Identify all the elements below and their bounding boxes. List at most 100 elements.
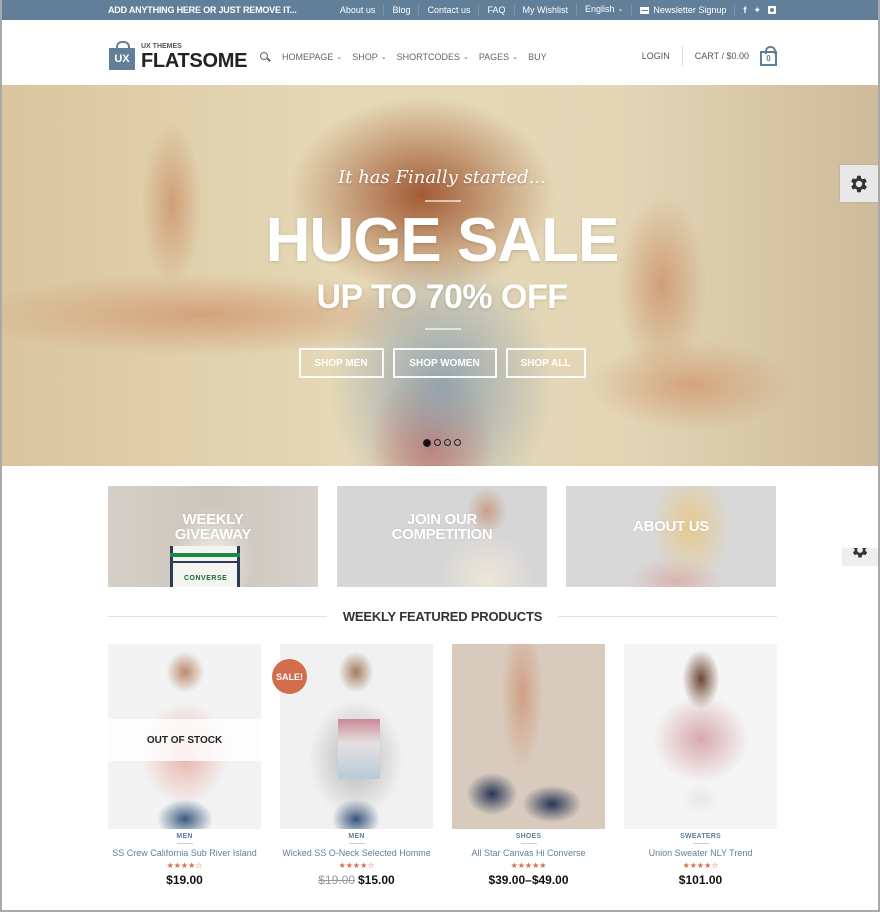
logo-bag-icon: UX (109, 41, 135, 70)
product-rating: ★★★★☆ (280, 861, 433, 871)
chevron-down-icon: ⌄ (462, 54, 469, 61)
product-price: $101.00 (624, 873, 777, 887)
current-price: $101.00 (678, 873, 723, 887)
nav-pages-label: PAGES (478, 52, 510, 62)
hero-divider-top (425, 200, 461, 202)
chevron-down-icon: ⌄ (336, 54, 343, 61)
nav-pages[interactable]: PAGES ⌄ (479, 52, 518, 62)
top-link-faq[interactable]: FAQ (478, 4, 513, 16)
divider (558, 615, 777, 617)
login-link[interactable]: LOGIN (642, 46, 683, 66)
top-bar: ADD ANYTHING HERE OR JUST REMOVE IT... A… (2, 0, 878, 20)
top-bar-promo: ADD ANYTHING HERE OR JUST REMOVE IT... (108, 5, 297, 15)
product-category[interactable]: MEN (280, 833, 433, 840)
star-filled-icon: ★ (517, 861, 525, 870)
product-card: SWEATERS Union Sweater NLY Trend ★★★★☆ $… (624, 644, 777, 887)
language-dropdown[interactable]: English ⌄ (576, 4, 631, 16)
current-price: $15.00 (358, 873, 395, 887)
chevron-down-icon: ⌄ (617, 6, 624, 13)
banner-label-line2: COMPETITION (391, 525, 493, 543)
top-link-contact[interactable]: Contact us (418, 4, 478, 16)
product-image[interactable] (452, 644, 605, 829)
cart-count: 0 (766, 53, 771, 63)
newsletter-label: Newsletter Signup (653, 4, 727, 15)
product-name[interactable]: Wicked SS O-Neck Selected Homme (280, 848, 433, 858)
divider (176, 843, 193, 844)
header: UX UX THEMES FLATSOME HOMEPAGE ⌄ SHOP ⌄ SH… (2, 20, 878, 85)
product-category[interactable]: SHOES (452, 833, 605, 840)
top-bar-links: About us Blog Contact us FAQ My Wishlist… (332, 0, 776, 20)
tshirt-print (338, 719, 380, 779)
search-icon[interactable] (260, 52, 270, 62)
newsletter-link[interactable]: Newsletter Signup (631, 4, 734, 16)
star-filled-icon: ★ (510, 861, 518, 870)
shop-women-button[interactable]: SHOP WOMEN (392, 348, 497, 378)
featured-title: WEEKLY FEATURED PRODUCTS (342, 608, 543, 624)
shop-men-button[interactable]: SHOP MEN (298, 348, 384, 378)
envelope-icon (640, 6, 650, 14)
banner-bag-print: CONVERSE (184, 575, 228, 582)
slider-dot-4[interactable] (454, 439, 461, 446)
product-image[interactable] (624, 644, 777, 829)
cart-link[interactable]: CART / $0.00 (683, 51, 749, 61)
nav-buy[interactable]: BUY (528, 52, 547, 62)
hero-title: HUGE SALE (265, 206, 620, 275)
product-grid: OUT OF STOCK MEN SS Crew California Sub … (108, 644, 777, 887)
settings-panel-toggle-secondary[interactable] (842, 548, 878, 566)
product-price: $19.00 $15.00 (280, 873, 433, 887)
star-filled-icon: ★ (524, 861, 533, 870)
product-price: $39.00–$49.00 (452, 873, 605, 887)
top-link-blog[interactable]: Blog (383, 4, 418, 16)
star-empty-icon: ☆ (367, 861, 375, 870)
instagram-icon[interactable] (768, 5, 776, 14)
divider (692, 843, 709, 844)
slider-dot-3[interactable] (444, 439, 451, 446)
nav-shop[interactable]: SHOP ⌄ (352, 52, 386, 62)
banner-label: ABOUT US (633, 519, 709, 534)
slider-dots (423, 439, 461, 447)
product-category[interactable]: SWEATERS (624, 833, 777, 840)
current-price: $19.00 (166, 873, 203, 887)
star-empty-icon: ☆ (711, 861, 719, 870)
shop-all-button[interactable]: SHOP ALL (505, 348, 586, 378)
nav-homepage[interactable]: HOMEPAGE ⌄ (282, 52, 342, 62)
product-name[interactable]: All Star Canvas Hi Converse (452, 848, 605, 858)
star-empty-icon: ☆ (195, 861, 203, 870)
twitter-icon[interactable]: ✦ (753, 5, 761, 16)
banner-weekly-giveaway[interactable]: CONVERSE WEEKLY GIVEAWAY (108, 486, 318, 587)
product-name[interactable]: SS Crew California Sub River Island (108, 848, 261, 858)
hero-tagline: It has Finally started... (338, 167, 546, 188)
facebook-icon[interactable]: f (743, 5, 746, 16)
star-filled-icon: ★ (689, 861, 697, 870)
product-category[interactable]: MEN (108, 833, 261, 840)
slider-dot-1[interactable] (423, 439, 431, 447)
product-image[interactable]: SALE! (272, 644, 433, 829)
banner-label: JOIN OUR COMPETITION (392, 512, 493, 542)
logo[interactable]: UX UX THEMES FLATSOME (109, 41, 248, 72)
banner-join-competition[interactable]: JOIN OUR COMPETITION (337, 486, 547, 587)
logo-brand: FLATSOME (141, 50, 248, 72)
sale-badge: SALE! (272, 659, 307, 694)
cart-icon[interactable]: 0 (760, 45, 777, 66)
out-of-stock-label: OUT OF STOCK (108, 719, 261, 761)
logo-badge-text: UX (114, 53, 130, 65)
top-link-wishlist[interactable]: My Wishlist (513, 4, 577, 16)
star-filled-icon: ★ (338, 861, 346, 870)
hero-buttons: SHOP MEN SHOP WOMEN SHOP ALL (2, 348, 878, 378)
hero-subtitle: UP TO 70% OFF (316, 278, 568, 316)
star-filled-icon: ★ (345, 861, 353, 870)
banner-bag-stripe (170, 553, 240, 557)
nav-shortcodes[interactable]: SHORTCODES ⌄ (397, 52, 469, 62)
product-image[interactable]: OUT OF STOCK (108, 644, 261, 829)
gear-icon (851, 175, 867, 192)
slider-dot-2[interactable] (434, 439, 441, 446)
product-card: SHOES All Star Canvas Hi Converse ★★★★★ … (452, 644, 605, 887)
nav-shortcodes-label: SHORTCODES (396, 52, 460, 62)
product-rating: ★★★★☆ (108, 861, 261, 871)
nav-homepage-label: HOMEPAGE (282, 52, 334, 62)
product-card: SALE! MEN Wicked SS O-Neck Selected Homm… (272, 644, 433, 887)
product-name[interactable]: Union Sweater NLY Trend (624, 848, 777, 858)
banner-about-us[interactable]: ABOUT US (566, 486, 776, 587)
settings-panel-toggle[interactable] (840, 165, 878, 202)
top-link-about[interactable]: About us (332, 5, 384, 16)
